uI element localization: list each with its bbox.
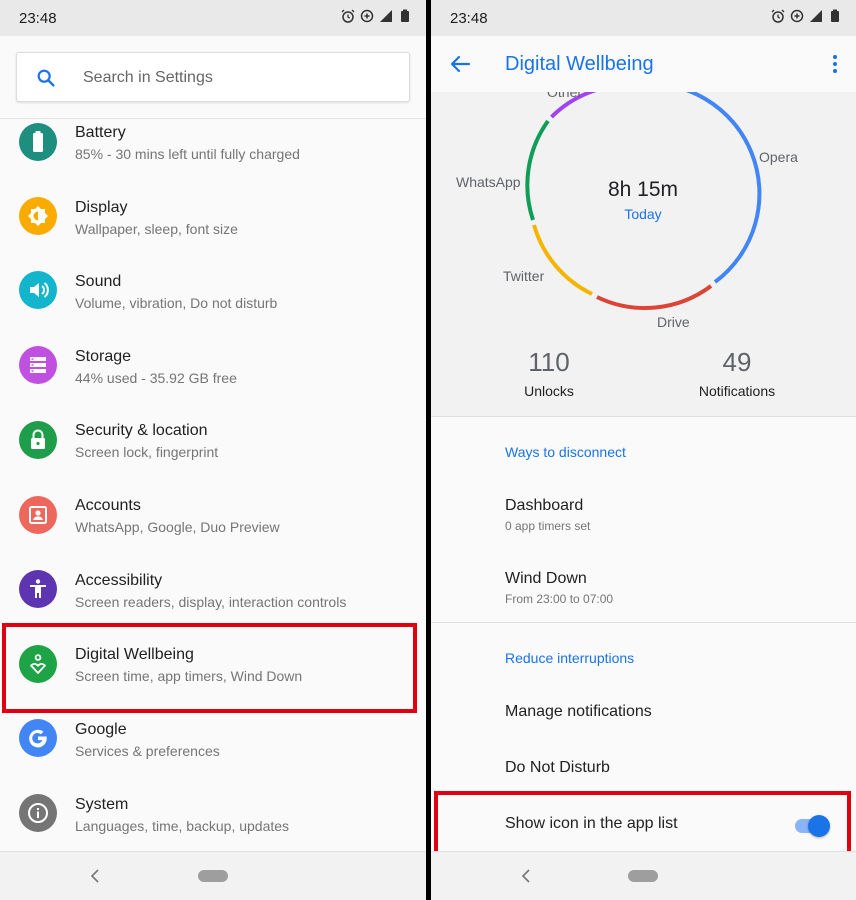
settings-item-security[interactable]: Security & location Screen lock, fingerp… bbox=[0, 416, 426, 486]
highlight-box bbox=[2, 623, 417, 713]
account-icon bbox=[19, 496, 57, 534]
data-saver-icon bbox=[360, 9, 374, 23]
do-not-disturb-item[interactable]: Do Not Disturb bbox=[505, 759, 610, 777]
search-placeholder: Search in Settings bbox=[83, 69, 213, 86]
donut-label-whatsapp: WhatsApp bbox=[456, 174, 521, 190]
donut-label-opera: Opera bbox=[759, 149, 798, 165]
back-nav-icon[interactable] bbox=[89, 868, 101, 884]
donut-label-other: Other bbox=[547, 92, 583, 100]
google-icon bbox=[19, 719, 57, 757]
search-bar[interactable]: Search in Settings bbox=[16, 52, 410, 102]
donut-label-twitter: Twitter bbox=[503, 268, 545, 284]
home-nav-button[interactable] bbox=[628, 870, 658, 882]
settings-item-subtitle: Screen readers, display, interaction con… bbox=[75, 594, 347, 610]
status-icons bbox=[771, 9, 842, 23]
settings-item-storage[interactable]: Storage 44% used - 35.92 GB free bbox=[0, 341, 426, 411]
digital-wellbeing-screen: 23:48 Other Opera Drive Twitter WhatsApp… bbox=[431, 0, 856, 900]
signal-icon bbox=[380, 10, 392, 22]
settings-screen: 23:48 Search in Settings Battery 85% - 3… bbox=[0, 0, 426, 900]
total-screen-time: 8h 15m bbox=[607, 178, 679, 201]
more-options-icon[interactable] bbox=[828, 52, 842, 76]
settings-item-title: Accessibility bbox=[75, 572, 163, 589]
segment-drive bbox=[596, 284, 713, 310]
section-header-interruptions: Reduce interruptions bbox=[505, 650, 635, 666]
back-arrow-icon[interactable] bbox=[449, 53, 471, 75]
settings-item-subtitle: WhatsApp, Google, Duo Preview bbox=[75, 519, 280, 535]
data-saver-icon bbox=[790, 9, 804, 23]
section-divider bbox=[431, 622, 856, 623]
notifications-count: 49 bbox=[722, 347, 752, 377]
manage-notifications-item[interactable]: Manage notifications bbox=[505, 703, 652, 721]
settings-item-battery[interactable]: Battery 85% - 30 mins left until fully c… bbox=[0, 118, 426, 188]
status-icons bbox=[341, 9, 412, 23]
settings-item-sound[interactable]: Sound Volume, vibration, Do not disturb bbox=[0, 266, 426, 336]
settings-item-subtitle: Languages, time, backup, updates bbox=[75, 818, 290, 834]
accessibility-icon bbox=[19, 570, 57, 608]
status-time: 23:48 bbox=[450, 10, 488, 27]
period-label[interactable]: Today bbox=[593, 206, 693, 222]
page-title: Digital Wellbeing bbox=[505, 53, 654, 75]
settings-item-subtitle: Volume, vibration, Do not disturb bbox=[75, 295, 278, 311]
settings-item-title: System bbox=[75, 796, 129, 813]
unlocks-label: Unlocks bbox=[524, 383, 574, 399]
settings-item-subtitle: 44% used - 35.92 GB free bbox=[75, 370, 237, 386]
status-bar: 23:48 bbox=[431, 0, 856, 36]
settings-item-title: Battery bbox=[75, 124, 126, 141]
search-icon bbox=[37, 69, 55, 87]
status-time: 23:48 bbox=[19, 10, 57, 27]
navigation-bar bbox=[0, 851, 426, 900]
volume-icon bbox=[19, 271, 57, 309]
dashboard-title[interactable]: Dashboard bbox=[505, 497, 583, 515]
alarm-icon bbox=[341, 9, 355, 23]
settings-item-subtitle: Services & preferences bbox=[75, 743, 220, 759]
settings-item-title: Storage bbox=[75, 348, 132, 365]
settings-item-title: Sound bbox=[75, 273, 122, 290]
brightness-icon bbox=[19, 197, 57, 235]
settings-item-subtitle: Wallpaper, sleep, font size bbox=[75, 221, 238, 237]
wind-down-title[interactable]: Wind Down bbox=[505, 570, 587, 588]
battery-status-icon bbox=[831, 9, 839, 22]
lock-icon bbox=[19, 421, 57, 459]
storage-icon bbox=[19, 346, 57, 384]
settings-item-display[interactable]: Display Wallpaper, sleep, font size bbox=[0, 192, 426, 262]
settings-item-title: Google bbox=[75, 721, 127, 738]
unlocks-count: 110 bbox=[528, 347, 570, 377]
alarm-icon bbox=[771, 9, 785, 23]
segment-whatsapp bbox=[525, 119, 550, 221]
notifications-label: Notifications bbox=[698, 383, 776, 399]
dashboard-subtitle: 0 app timers set bbox=[505, 519, 591, 533]
settings-item-title: Accounts bbox=[75, 497, 141, 514]
app-bar: Digital Wellbeing bbox=[431, 36, 856, 92]
settings-item-system[interactable]: System Languages, time, backup, updates bbox=[0, 789, 426, 859]
battery-status-icon bbox=[401, 9, 409, 22]
settings-item-subtitle: 85% - 30 mins left until fully charged bbox=[75, 146, 300, 162]
wind-down-subtitle: From 23:00 to 07:00 bbox=[505, 592, 614, 606]
navigation-bar bbox=[431, 851, 856, 900]
section-divider bbox=[431, 416, 856, 417]
donut-label-drive: Drive bbox=[657, 314, 690, 330]
settings-item-title: Display bbox=[75, 199, 128, 216]
settings-item-accounts[interactable]: Accounts WhatsApp, Google, Duo Preview bbox=[0, 491, 426, 561]
status-bar: 23:48 bbox=[0, 0, 426, 36]
signal-icon bbox=[810, 10, 822, 22]
settings-item-title: Security & location bbox=[75, 422, 208, 439]
info-icon bbox=[19, 794, 57, 832]
home-nav-button[interactable] bbox=[198, 870, 228, 882]
battery-icon bbox=[19, 123, 57, 161]
settings-item-subtitle: Screen lock, fingerprint bbox=[75, 444, 219, 460]
usage-summary: Other Opera Drive Twitter WhatsApp 8h 15… bbox=[431, 92, 856, 416]
back-nav-icon[interactable] bbox=[520, 868, 532, 884]
settings-item-google[interactable]: Google Services & preferences bbox=[0, 714, 426, 784]
section-header-disconnect: Ways to disconnect bbox=[505, 444, 626, 460]
highlight-box bbox=[434, 791, 851, 858]
